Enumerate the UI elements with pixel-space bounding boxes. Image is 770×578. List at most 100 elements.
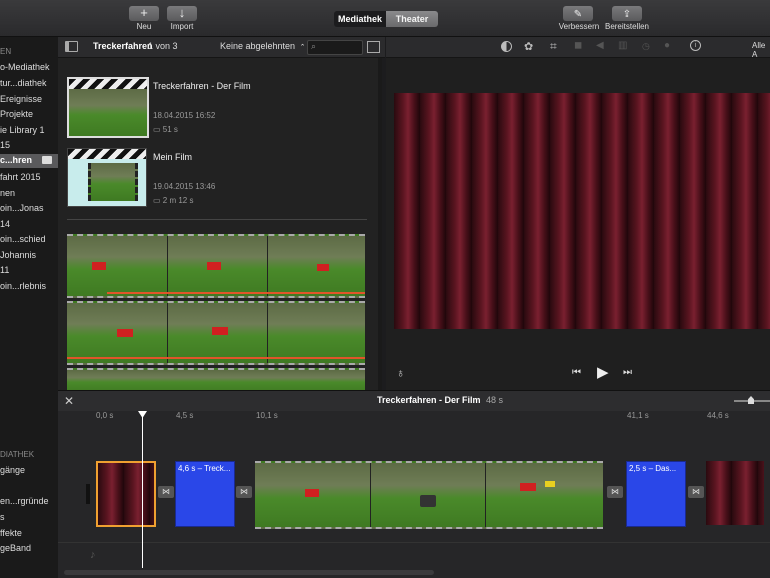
time-tick: 0,0 s xyxy=(96,411,114,420)
clip-title-label: 2,5 s – Das... xyxy=(629,464,677,473)
sidebar-item-johannis[interactable]: Johannis xyxy=(0,249,36,262)
sidebar-item-s[interactable]: s xyxy=(0,511,5,524)
zoom-slider[interactable] xyxy=(734,396,770,404)
film-icon: ▭ xyxy=(153,125,161,134)
close-icon[interactable]: ✕ xyxy=(64,394,74,408)
project-date-2: 19.04.2015 13:46 xyxy=(153,182,216,191)
sidebar-item-schied[interactable]: oin...schied xyxy=(0,233,46,246)
project-thumbnail-1[interactable] xyxy=(67,77,149,138)
clip-filmstrip-1[interactable] xyxy=(67,234,365,298)
background-clip-end[interactable] xyxy=(706,461,764,525)
search-input[interactable]: ⌕ xyxy=(307,40,363,55)
clapper-icon xyxy=(42,156,52,164)
view-switcher: Mediathek Theater xyxy=(334,11,438,27)
time-tick: 44,6 s xyxy=(707,411,729,420)
info-icon[interactable]: i xyxy=(690,40,701,51)
title-clip-2[interactable]: 2,5 s – Das... xyxy=(626,461,686,527)
transition-icon[interactable]: ⋈ xyxy=(607,486,623,498)
project-browser: Treckerfahren - Der Film 18.04.2015 16:5… xyxy=(58,58,382,392)
transition-icon[interactable]: ⋈ xyxy=(236,486,252,498)
playhead-handle[interactable] xyxy=(138,411,147,418)
sidebar-item-fahrt-2015[interactable]: fahrt 2015 xyxy=(0,171,41,184)
chevron-updown-icon: ⌃ xyxy=(299,44,306,51)
sidebar-item-backgrounds[interactable]: en...rgründe xyxy=(0,495,49,508)
sidebar-item-nen[interactable]: nen xyxy=(0,187,15,200)
scrollbar[interactable] xyxy=(378,58,382,390)
transition-icon[interactable]: ⋈ xyxy=(688,486,704,498)
time-tick: 10,1 s xyxy=(256,411,278,420)
title-clip-1[interactable]: 4,6 s – Treck... xyxy=(175,461,235,527)
skip-forward-icon[interactable]: ⏭ xyxy=(623,367,632,378)
sidebar-item-2015[interactable]: 15 xyxy=(0,139,10,152)
sidebar-item-projects[interactable]: Projekte xyxy=(0,108,33,121)
playhead[interactable] xyxy=(142,411,143,568)
share-label: Bereitstellen xyxy=(604,22,650,31)
project-duration-value: 2 m 12 s xyxy=(162,196,194,205)
filmstrip-icon[interactable] xyxy=(367,41,380,53)
zoom-slider-knob[interactable] xyxy=(748,396,754,404)
sidebar-item-erlebnis[interactable]: oin...rlebnis xyxy=(0,280,46,293)
sidebar-item-garageband[interactable]: geBand xyxy=(0,542,31,555)
enhance-button[interactable]: ✎ xyxy=(563,6,593,21)
video-clip[interactable] xyxy=(255,461,603,529)
browser-title: Treckerfahren xyxy=(93,41,153,51)
browser-header: Treckerfahren 1 von 3 Keine abgelehnten … xyxy=(58,37,385,58)
sidebar-item-library[interactable]: ie Library 1 xyxy=(0,124,45,137)
sidebar-item-transitions[interactable]: gänge xyxy=(0,464,25,477)
sidebar-item-events[interactable]: Ereignisse xyxy=(0,93,42,106)
divider xyxy=(58,542,770,543)
film-icon: ▭ xyxy=(153,196,161,205)
sidebar-item-nature-library[interactable]: tur...diathek xyxy=(0,77,47,90)
plus-icon: + xyxy=(140,5,148,20)
share-icon: ⇪ xyxy=(622,9,632,20)
browser-count: 1 von 3 xyxy=(148,41,178,51)
track-handle xyxy=(86,484,90,504)
sidebar-item-11[interactable]: 11 xyxy=(0,264,9,277)
sidebar-item-jonas[interactable]: oin...Jonas xyxy=(0,202,44,215)
noise-reduction-icon[interactable]: ▥ xyxy=(618,40,627,51)
show-all-button[interactable]: Alle A xyxy=(752,41,770,59)
microphone-icon[interactable]: ♁ xyxy=(396,366,405,380)
play-icon[interactable]: ▶ xyxy=(597,363,609,381)
sidebar-item-photo-library[interactable]: o-Mediathek xyxy=(0,61,50,74)
color-correction-icon[interactable]: ✿ xyxy=(524,40,533,53)
sidebar-toggle-icon[interactable] xyxy=(65,41,78,52)
divider xyxy=(67,219,367,220)
filter-popup[interactable]: Keine abgelehnten ⌃ xyxy=(220,41,305,51)
video-preview xyxy=(394,93,770,329)
clip-filmstrip-3[interactable] xyxy=(67,368,365,392)
timeline-duration: 48 s xyxy=(486,395,504,405)
project-date-1: 18.04.2015 16:52 xyxy=(153,111,216,120)
horizontal-scrollbar[interactable] xyxy=(64,570,434,575)
speed-icon[interactable]: ◷ xyxy=(642,41,650,52)
transition-icon[interactable]: ⋈ xyxy=(158,486,174,498)
crop-icon[interactable]: ⌗ xyxy=(550,39,557,54)
sidebar-item-effects[interactable]: ffekte xyxy=(0,527,22,540)
timeline-title: Treckerfahren - Der Film xyxy=(377,395,481,405)
timeline: 0,0 s 4,5 s 10,1 s 41,1 s 44,6 s ⋈ 4,6 s… xyxy=(58,411,770,578)
tab-mediathek[interactable]: Mediathek xyxy=(334,11,386,27)
music-note-icon: ♪ xyxy=(90,549,96,561)
new-button[interactable]: + xyxy=(129,6,159,21)
skip-back-icon[interactable]: ⏮ xyxy=(572,367,581,378)
color-balance-icon[interactable] xyxy=(501,41,512,52)
share-button[interactable]: ⇪ xyxy=(612,6,642,21)
sidebar-item-treckerfahren[interactable]: c...hren xyxy=(0,154,58,168)
content-library-header: DIATHEK xyxy=(0,450,35,459)
project-thumbnail-2[interactable] xyxy=(67,148,147,207)
stabilization-icon[interactable]: ◼ xyxy=(574,40,582,51)
background-clip[interactable] xyxy=(96,461,156,527)
sidebar-item-14[interactable]: 14 xyxy=(0,218,10,231)
tab-theater[interactable]: Theater xyxy=(386,11,438,27)
clip-filmstrip-2[interactable] xyxy=(67,301,365,365)
magic-wand-icon: ✎ xyxy=(573,9,583,20)
search-icon: ⌕ xyxy=(311,41,317,51)
sidebar-header: EN xyxy=(0,47,12,56)
new-label: Neu xyxy=(136,22,152,31)
import-button[interactable]: ↓ xyxy=(167,6,197,21)
project-duration-2: ▭ 2 m 12 s xyxy=(153,196,193,205)
filter-icon[interactable]: ● xyxy=(664,40,670,51)
project-duration-1: ▭ 51 s xyxy=(153,125,178,134)
volume-icon[interactable]: ◀ xyxy=(596,40,604,51)
sidebar-item-label: c...hren xyxy=(0,155,33,165)
